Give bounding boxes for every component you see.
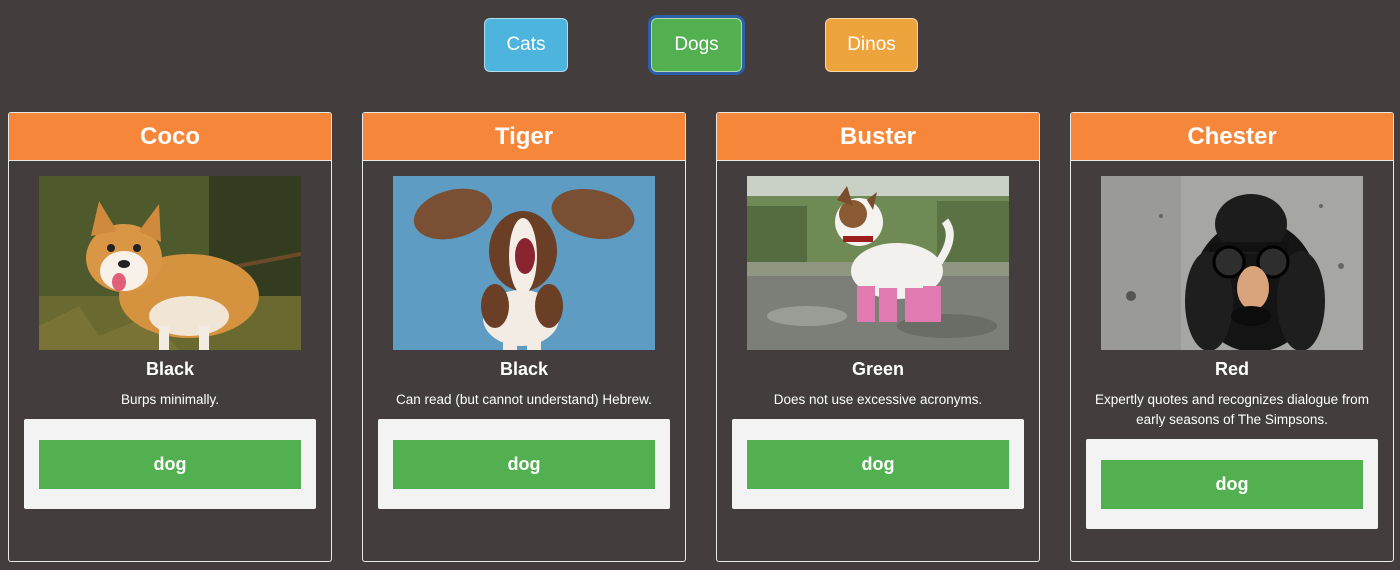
pet-color: Green — [851, 359, 905, 379]
pet-photo — [747, 176, 1009, 350]
type-dog-button[interactable]: dog — [393, 440, 655, 489]
type-panel: dog — [24, 419, 316, 509]
type-dog-button[interactable]: dog — [747, 440, 1009, 489]
pet-description: Can read (but cannot understand) Hebrew. — [396, 392, 652, 407]
filter-dinos-button[interactable]: Dinos — [825, 18, 918, 72]
type-panel: dog — [732, 419, 1024, 509]
type-panel: dog — [1086, 439, 1378, 529]
card-title: Buster — [717, 113, 1039, 161]
pet-card-buster: Buster Green Does not use excessive acro… — [716, 112, 1040, 562]
pet-photo — [1101, 176, 1363, 350]
pet-description: Burps minimally. — [120, 392, 220, 407]
pet-description: Expertly quotes and recognizes dialogue … — [1095, 392, 1369, 427]
card-title: Coco — [9, 113, 331, 161]
pet-photo — [393, 176, 655, 350]
pet-card-coco: Coco Black Burps minimally. dog — [8, 112, 332, 562]
type-dog-button[interactable]: dog — [39, 440, 301, 489]
pet-color: Black — [499, 359, 549, 379]
filter-dogs-button[interactable]: Dogs — [651, 18, 742, 72]
card-title: Tiger — [363, 113, 685, 161]
card-title: Chester — [1071, 113, 1393, 161]
pet-card-tiger: Tiger Black Can read (but cannot underst… — [362, 112, 686, 562]
type-dog-button[interactable]: dog — [1101, 460, 1363, 509]
pet-description: Does not use excessive acronyms. — [773, 392, 983, 407]
filter-cats-button[interactable]: Cats — [484, 18, 568, 72]
type-panel: dog — [378, 419, 670, 509]
pet-color: Red — [1214, 359, 1249, 379]
pet-photo — [39, 176, 301, 350]
pet-color: Black — [145, 359, 195, 379]
pet-card-chester: Chester Red Expertly quotes and recogniz… — [1070, 112, 1394, 562]
